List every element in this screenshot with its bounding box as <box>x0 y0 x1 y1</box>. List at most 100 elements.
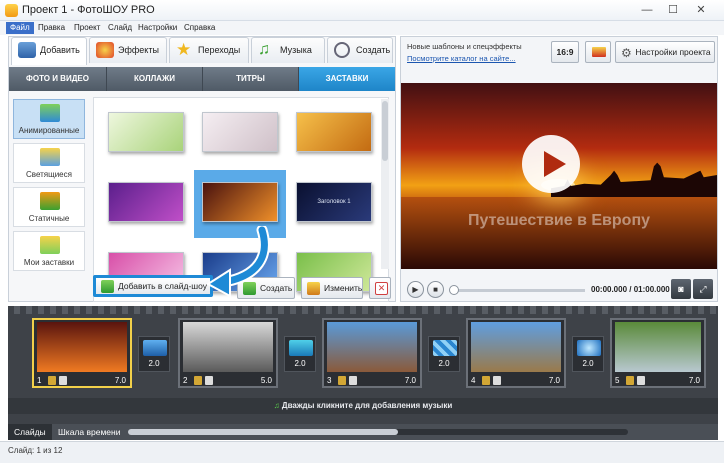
static-category-icon <box>40 192 60 210</box>
template-thumbnail[interactable] <box>202 112 278 152</box>
slide-number: 5 <box>615 376 620 385</box>
slide-number: 3 <box>327 376 332 385</box>
menu-slide[interactable]: Слайд <box>104 22 136 34</box>
pencil-edit-icon <box>307 282 320 295</box>
menu-settings[interactable]: Настройки <box>134 22 181 34</box>
window-title: Проект 1 - ФотоШОУ PRO <box>22 4 155 16</box>
category-list: Анимированные Светящиеся Статичные Мои з… <box>13 99 87 279</box>
tab-transitions[interactable]: ★ Переходы <box>169 37 249 63</box>
sound-icon[interactable] <box>637 376 645 385</box>
template-thumbnail[interactable] <box>108 182 184 222</box>
snapshot-button[interactable]: ◙ <box>671 279 691 299</box>
pointer-arrow-icon <box>206 226 270 298</box>
slide-card[interactable]: 3 7.0 <box>322 318 422 388</box>
category-label: Анимированные <box>18 126 80 135</box>
slide-counter: Слайд: 1 из 12 <box>8 446 63 455</box>
sound-icon[interactable] <box>59 376 67 385</box>
sound-icon[interactable] <box>205 376 213 385</box>
pencil-icon[interactable] <box>338 376 346 385</box>
subtab-collages[interactable]: КОЛЛАЖИ <box>107 67 203 91</box>
sound-icon[interactable] <box>349 376 357 385</box>
timeline-scrollbar[interactable] <box>128 429 628 435</box>
pencil-icon[interactable] <box>482 376 490 385</box>
slide-card[interactable]: 1 7.0 <box>32 318 132 388</box>
tab-timeline-scale[interactable]: Шкала времени <box>52 424 126 440</box>
tab-music-label: Музыка <box>280 45 312 55</box>
screen-mode-button[interactable] <box>585 41 611 63</box>
template-thumbnail[interactable] <box>296 112 372 152</box>
template-scrollbar[interactable] <box>381 99 389 269</box>
film-strip-edge <box>8 306 718 314</box>
menu-help[interactable]: Справка <box>180 22 219 34</box>
pencil-icon[interactable] <box>48 376 56 385</box>
transition-card[interactable]: 2.0 <box>284 336 316 372</box>
bottom-bar: Слайды Шкала времени <box>8 424 718 440</box>
add-to-slideshow-button[interactable]: Добавить в слайд-шоу <box>93 275 213 297</box>
delete-template-button[interactable]: ✕ <box>369 277 391 299</box>
time-display: 00:00.000 / 01:00.000 <box>591 285 670 294</box>
template-thumbnail-selected[interactable] <box>202 182 278 222</box>
subtab-titles[interactable]: ТИТРЫ <box>203 67 299 91</box>
category-glowing[interactable]: Светящиеся <box>13 143 85 183</box>
tab-transitions-label: Переходы <box>198 45 241 55</box>
slide-thumbnail <box>183 322 273 372</box>
transition-duration: 2.0 <box>294 359 306 368</box>
maximize-button[interactable]: ☐ <box>662 2 684 18</box>
seek-handle[interactable] <box>449 285 459 295</box>
menu-file[interactable]: Файл <box>6 22 34 34</box>
tab-create[interactable]: Создать <box>327 37 393 63</box>
video-preview[interactable]: Путешествие в Европу <box>401 83 717 269</box>
music-track-area[interactable]: ♫ Дважды кликните для добавления музыки <box>8 398 718 414</box>
preview-panel: Новые шаблоны и спецэффекты Посмотрите к… <box>400 36 718 302</box>
slide-card[interactable]: 2 5.0 <box>178 318 278 388</box>
template-thumbnail[interactable] <box>108 112 184 152</box>
pencil-icon[interactable] <box>626 376 634 385</box>
slide-duration: 7.0 <box>688 376 700 385</box>
fullscreen-icon: ⤢ <box>699 284 707 294</box>
play-button[interactable]: ▶ <box>407 281 424 298</box>
preview-caption: Путешествие в Европу <box>468 212 650 229</box>
transition-card[interactable]: 2.0 <box>428 336 460 372</box>
slide-card[interactable]: 5 7.0 <box>610 318 706 388</box>
project-settings-label: Настройки проекта <box>635 47 711 57</box>
film-reel-icon <box>334 42 350 58</box>
edit-template-button[interactable]: Изменить <box>301 277 363 299</box>
aspect-ratio-button[interactable]: 16:9 <box>551 41 579 63</box>
subtab-photo-video[interactable]: ФОТО И ВИДЕО <box>9 67 107 91</box>
category-label: Мои заставки <box>23 258 75 267</box>
delete-icon: ✕ <box>375 282 388 295</box>
stop-button[interactable]: ■ <box>427 281 444 298</box>
seek-bar[interactable] <box>453 289 585 292</box>
slide-duration: 7.0 <box>548 376 560 385</box>
menu-project[interactable]: Проект <box>70 22 104 34</box>
minimize-button[interactable]: — <box>636 2 658 18</box>
add-to-slideshow-label: Добавить в слайд-шоу <box>118 281 207 291</box>
scrollbar-thumb[interactable] <box>382 101 388 161</box>
fullscreen-button[interactable]: ⤢ <box>693 279 713 299</box>
category-my-intros[interactable]: Мои заставки <box>13 231 85 271</box>
category-static[interactable]: Статичные <box>13 187 85 227</box>
tab-slides[interactable]: Слайды <box>8 424 52 440</box>
transition-card[interactable]: 2.0 <box>572 336 604 372</box>
transition-duration: 2.0 <box>438 359 450 368</box>
menu-edit[interactable]: Правка <box>34 22 69 34</box>
scrollbar-thumb[interactable] <box>128 429 398 435</box>
tab-add[interactable]: Добавить <box>11 37 87 65</box>
tab-effects[interactable]: Эффекты <box>89 37 167 63</box>
slide-thumbnail <box>615 322 701 372</box>
close-button[interactable]: ✕ <box>690 2 712 18</box>
transition-card[interactable]: 2.0 <box>138 336 170 372</box>
subtab-intros[interactable]: ЗАСТАВКИ <box>299 67 395 91</box>
catalog-link[interactable]: Посмотрите каталог на сайте... <box>407 54 516 63</box>
tab-music[interactable]: ♫ Музыка <box>251 37 325 63</box>
project-settings-button[interactable]: ⚙ Настройки проекта <box>615 41 715 63</box>
category-animated[interactable]: Анимированные <box>13 99 85 139</box>
animated-category-icon <box>40 104 60 122</box>
gear-icon: ⚙ <box>621 46 632 60</box>
slide-card[interactable]: 4 7.0 <box>466 318 566 388</box>
music-note-icon: ♫ <box>258 41 270 58</box>
template-thumbnail[interactable]: Заголовок 1 <box>296 182 372 222</box>
slide-number: 4 <box>471 376 476 385</box>
sound-icon[interactable] <box>493 376 501 385</box>
pencil-icon[interactable] <box>194 376 202 385</box>
